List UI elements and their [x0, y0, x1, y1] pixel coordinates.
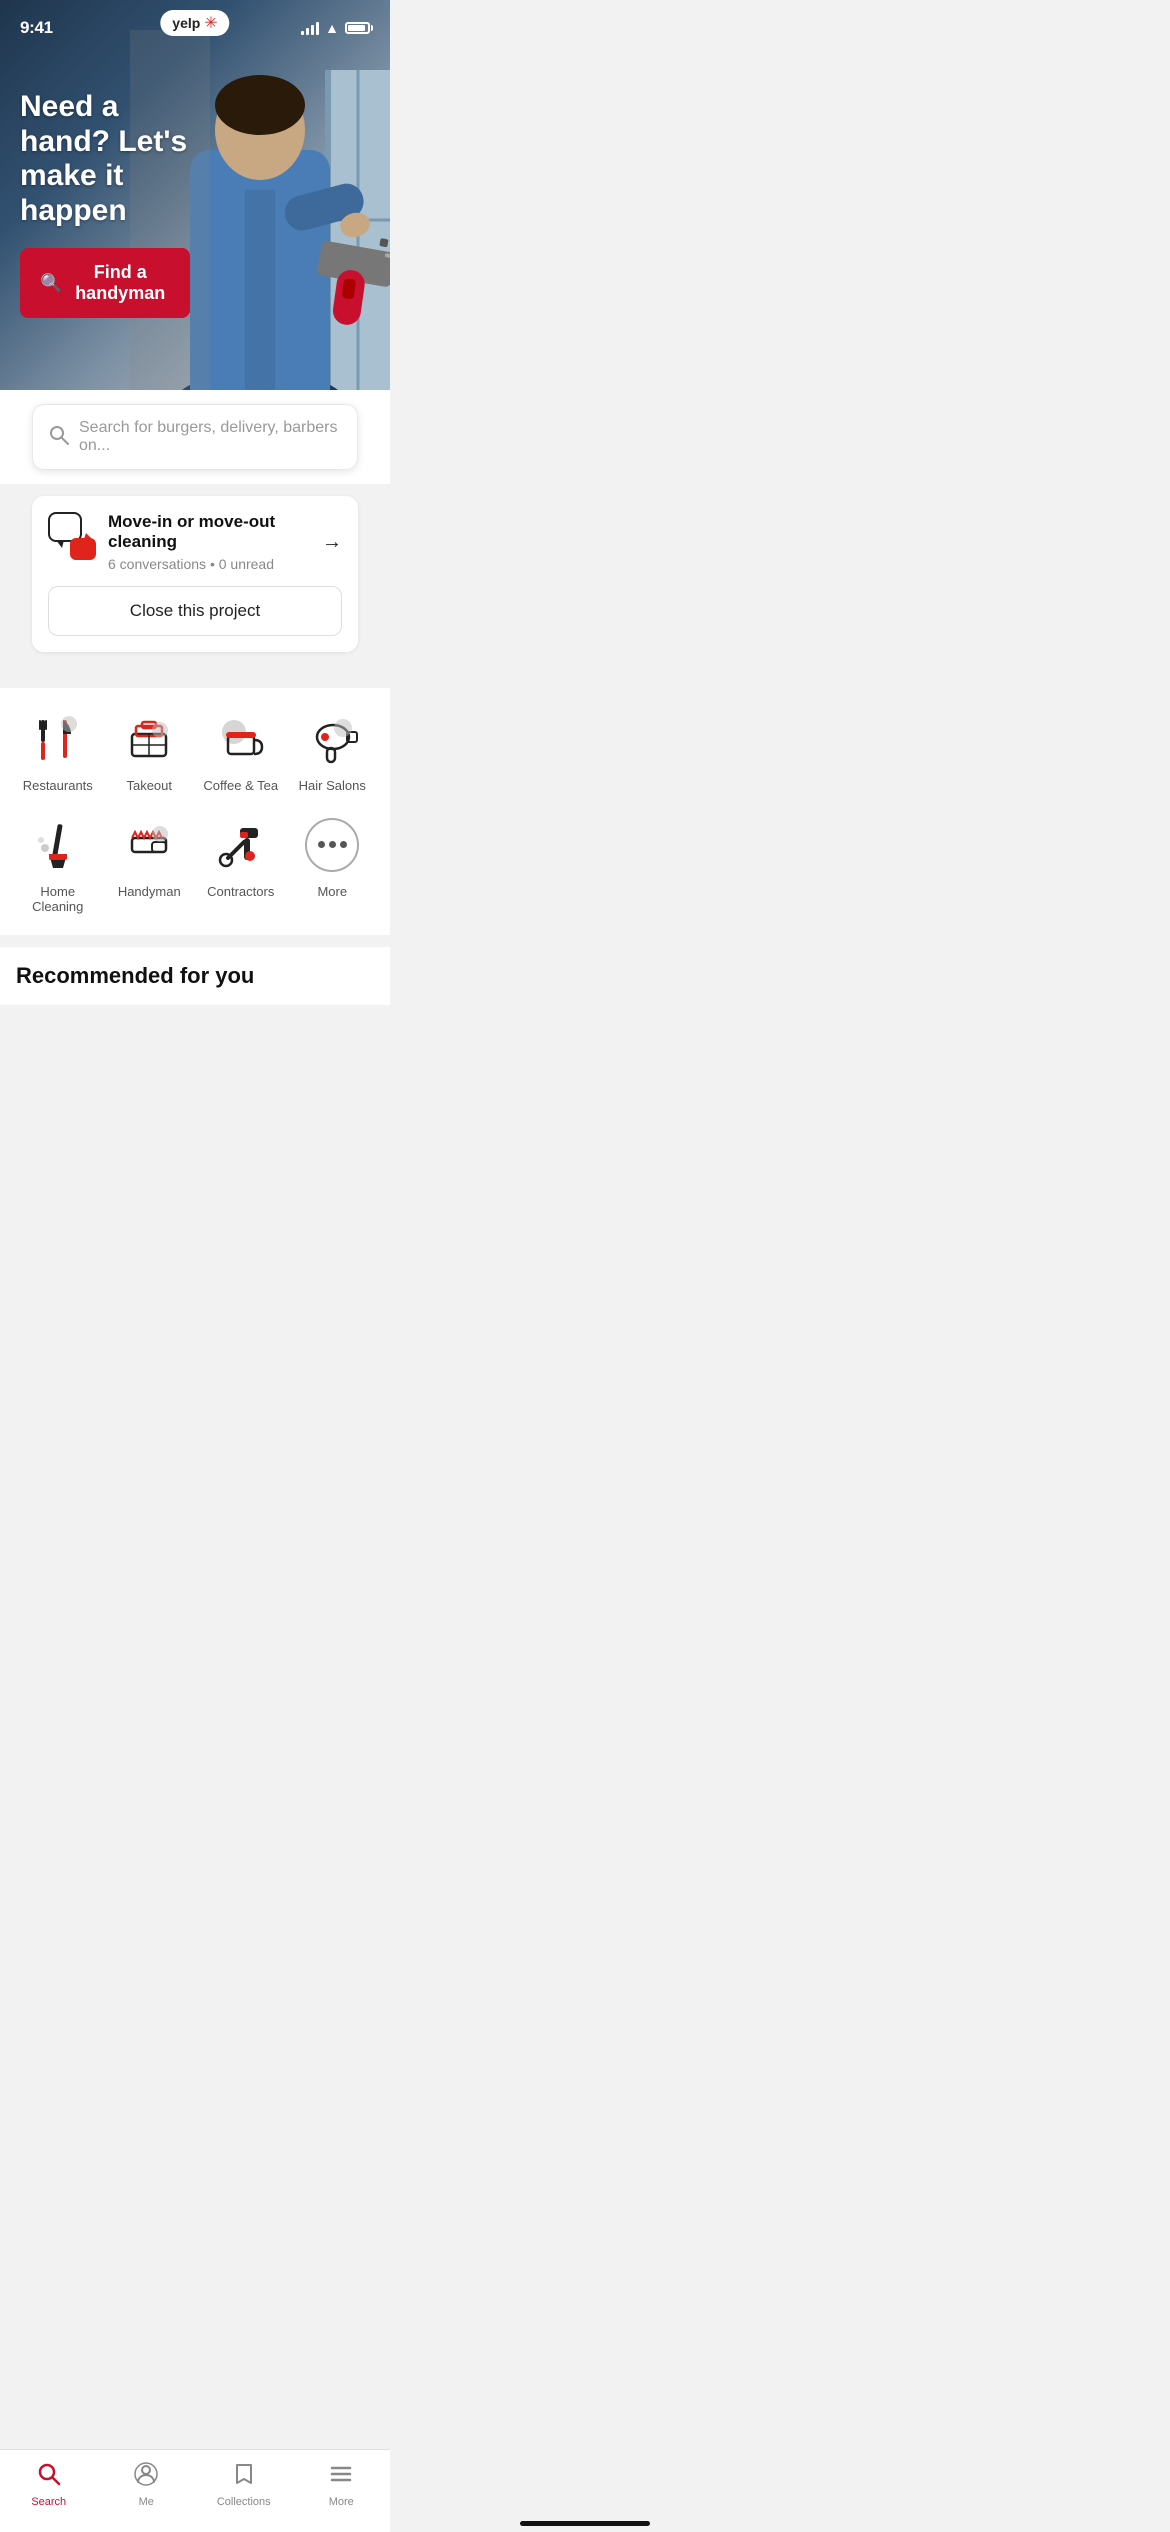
recommended-title: Recommended for you [16, 963, 374, 989]
contractors-label: Contractors [207, 884, 274, 900]
search-placeholder: Search for burgers, delivery, barbers on… [79, 419, 341, 455]
category-item-takeout[interactable]: Takeout [108, 708, 192, 794]
search-section: Search for burgers, delivery, barbers on… [0, 390, 390, 484]
project-card: Move-in or move-out cleaning 6 conversat… [32, 496, 358, 652]
hair-icon [301, 708, 363, 770]
hero-headline: Need a hand? Let's make it happen [20, 90, 190, 228]
contractors-icon [210, 814, 272, 876]
handyman-label: Handyman [118, 884, 181, 900]
project-icon [48, 512, 96, 560]
find-handyman-button[interactable]: 🔍 Find a handyman [20, 248, 190, 318]
coffee-icon [210, 708, 272, 770]
nav-item-collections[interactable]: Collections [195, 2458, 293, 2512]
recommended-section: Recommended for you [0, 947, 390, 1005]
search-icon: 🔍 [40, 273, 62, 294]
battery-icon [345, 22, 370, 34]
status-time: 9:41 [20, 18, 53, 38]
nav-item-me[interactable]: Me [98, 2458, 196, 2512]
cleaning-icon [27, 814, 89, 876]
more-nav-label: More [329, 2496, 354, 2508]
category-item-handyman[interactable]: Handyman [108, 814, 192, 915]
hero-text-block: Need a hand? Let's make it happen 🔍 Find… [20, 90, 190, 318]
cleaning-label: Home Cleaning [16, 884, 100, 915]
nav-item-search[interactable]: Search [0, 2458, 98, 2512]
collections-nav-icon [232, 2462, 256, 2492]
close-project-button[interactable]: Close this project [48, 586, 342, 636]
search-bar[interactable]: Search for burgers, delivery, barbers on… [32, 404, 358, 470]
category-item-hair-salons[interactable]: Hair Salons [291, 708, 375, 794]
yelp-burst-icon: ✳ [204, 13, 217, 33]
project-meta: 6 conversations • 0 unread [108, 556, 310, 572]
status-center: yelp ✳ [160, 10, 229, 36]
wifi-icon: ▲ [325, 20, 339, 36]
category-item-home-cleaning[interactable]: Home Cleaning [16, 814, 100, 915]
category-item-restaurants[interactable]: Restaurants [16, 708, 100, 794]
yelp-logo: yelp ✳ [160, 10, 229, 36]
more-label: More [317, 884, 347, 900]
project-header: Move-in or move-out cleaning 6 conversat… [48, 512, 342, 572]
project-info: Move-in or move-out cleaning 6 conversat… [108, 512, 310, 572]
project-arrow-icon[interactable]: → [322, 531, 342, 554]
search-nav-label: Search [31, 2496, 66, 2508]
status-icons: ▲ [301, 20, 370, 36]
more-icon [301, 814, 363, 876]
categories-grid: Restaurants Takeout [16, 708, 374, 915]
takeout-icon [118, 708, 180, 770]
category-item-coffee-tea[interactable]: Coffee & Tea [199, 708, 283, 794]
search-icon [49, 425, 69, 450]
hair-label: Hair Salons [299, 778, 366, 794]
home-indicator [520, 2521, 650, 2526]
restaurants-icon [27, 708, 89, 770]
restaurants-label: Restaurants [23, 778, 93, 794]
hero-cta-label: Find a handyman [70, 262, 170, 304]
yelp-wordmark: yelp [172, 15, 200, 31]
nav-item-more[interactable]: More [293, 2458, 391, 2512]
signal-icon [301, 22, 319, 35]
search-nav-icon [37, 2462, 61, 2492]
category-item-more[interactable]: More [291, 814, 375, 915]
categories-section: Restaurants Takeout [0, 688, 390, 935]
collections-nav-label: Collections [217, 2496, 271, 2508]
project-title: Move-in or move-out cleaning [108, 512, 310, 552]
category-item-contractors[interactable]: Contractors [199, 814, 283, 915]
takeout-label: Takeout [126, 778, 172, 794]
coffee-label: Coffee & Tea [203, 778, 278, 794]
handyman-icon [118, 814, 180, 876]
me-nav-icon [134, 2462, 158, 2492]
more-nav-icon [329, 2462, 353, 2492]
me-nav-label: Me [139, 2496, 154, 2508]
status-bar: 9:41 yelp ✳ ▲ [0, 0, 390, 44]
hero-section: Need a hand? Let's make it happen 🔍 Find… [0, 0, 390, 390]
chat-red-icon [70, 538, 96, 560]
bottom-nav: Search Me Collections More [0, 2449, 390, 2532]
